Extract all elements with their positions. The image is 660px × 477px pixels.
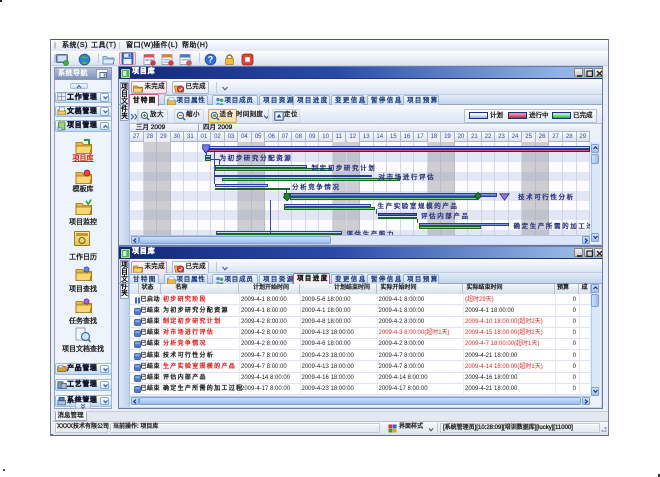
svg-text:?: ?	[208, 54, 214, 64]
